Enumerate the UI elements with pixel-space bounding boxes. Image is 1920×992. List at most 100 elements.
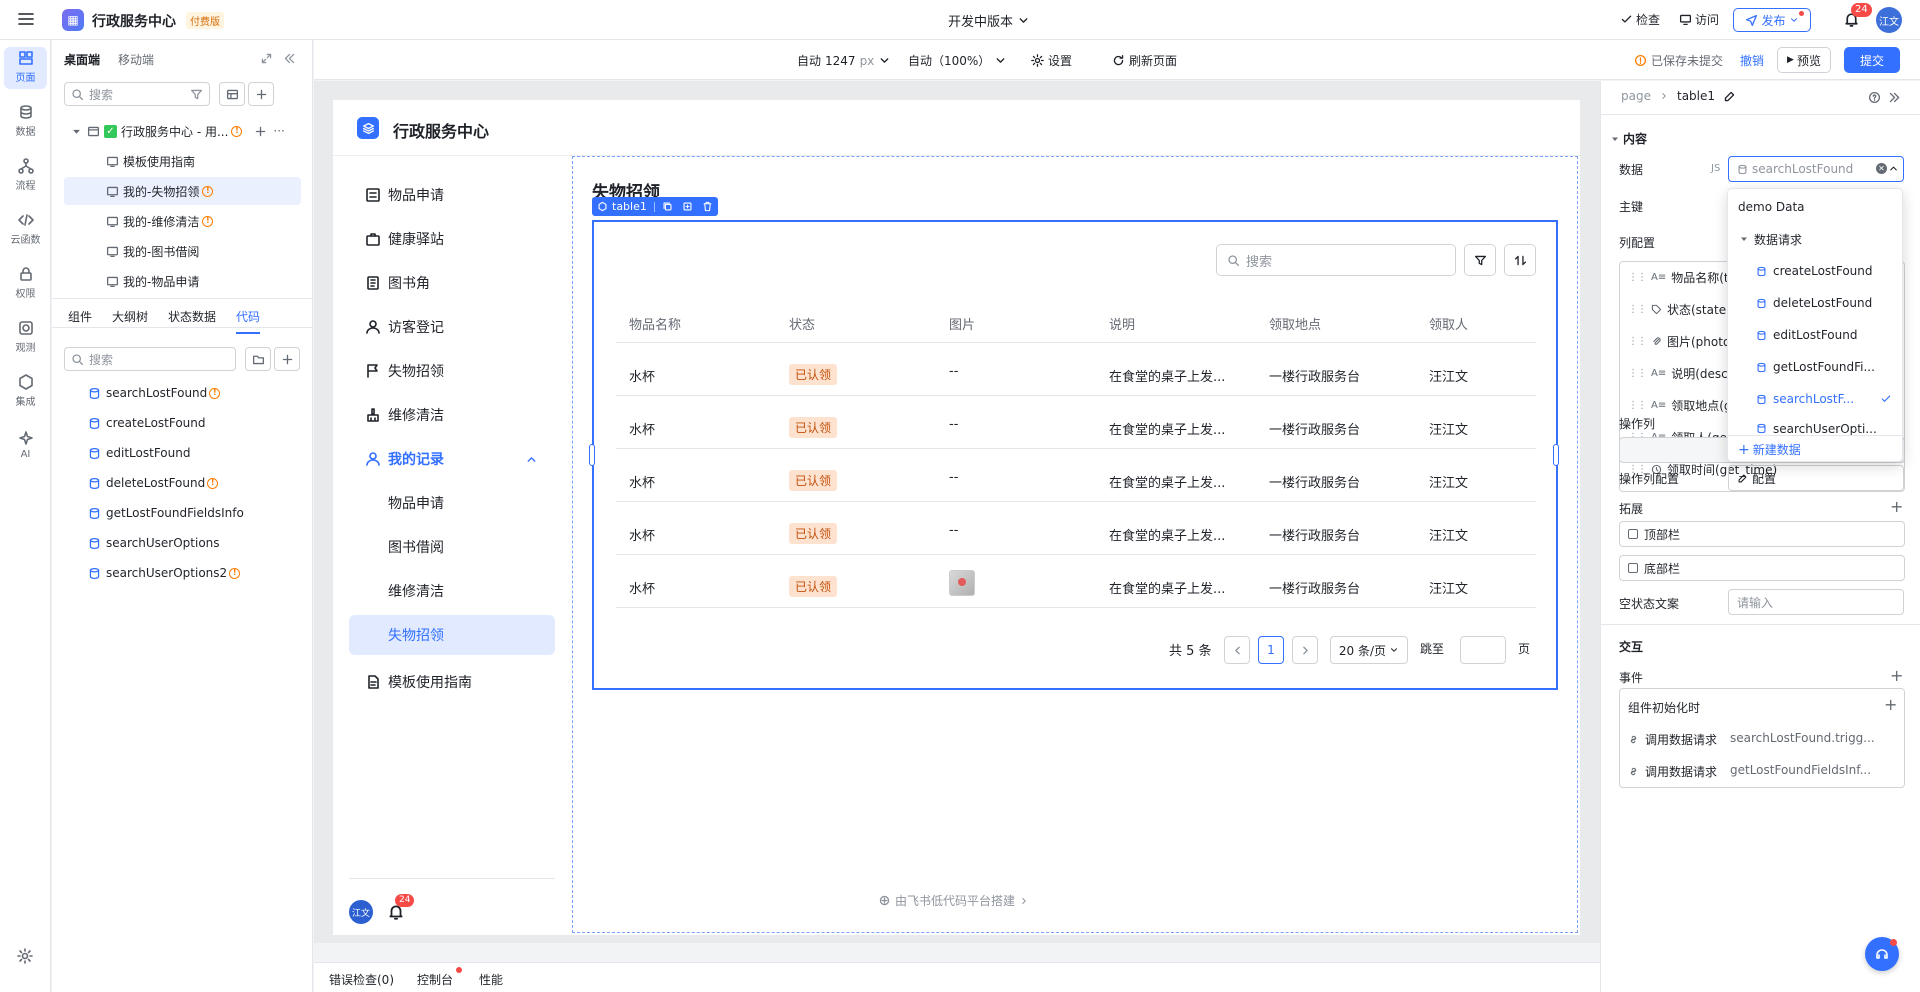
dropdown-item-demo[interactable]: demo Data bbox=[1728, 191, 1902, 223]
pager-jump-input[interactable] bbox=[1460, 636, 1506, 664]
new-folder-button[interactable] bbox=[245, 347, 271, 371]
drag-handle-icon[interactable]: ⋮⋮ bbox=[1628, 336, 1647, 347]
preview-button[interactable]: ▶ 预览 bbox=[1777, 47, 1831, 73]
nav-item-health[interactable]: 健康驿站 bbox=[349, 219, 555, 259]
tab-mobile[interactable]: 移动端 bbox=[118, 51, 154, 68]
column-header[interactable]: 状态 bbox=[789, 314, 815, 333]
column-header[interactable]: 领取地点 bbox=[1269, 314, 1321, 333]
top-bar-option[interactable]: 顶部栏 bbox=[1619, 521, 1905, 547]
table-component[interactable]: 搜索 物品名称 状态 图片 说明 领取地点 领取人 水杯 已认领 -- 在食堂的… bbox=[589, 220, 1559, 690]
empty-text-input[interactable]: 请输入 bbox=[1728, 589, 1904, 615]
nav-item-supplies[interactable]: 物品申请 bbox=[349, 175, 555, 215]
zoom-selector[interactable]: 自动（100%） bbox=[908, 52, 1007, 69]
performance-tab[interactable]: 性能 bbox=[479, 971, 503, 988]
refresh-button[interactable]: 刷新页面 bbox=[1112, 52, 1177, 69]
table-filter-button[interactable] bbox=[1464, 244, 1496, 276]
drag-handle-icon[interactable]: ⋮⋮ bbox=[1628, 272, 1647, 283]
page-layout-button[interactable] bbox=[219, 82, 245, 106]
photo-thumbnail[interactable] bbox=[949, 570, 975, 596]
tab-desktop[interactable]: 桌面端 bbox=[64, 51, 100, 68]
resize-handle-right[interactable] bbox=[1553, 444, 1559, 466]
add-page-button[interactable] bbox=[248, 82, 274, 106]
code-item[interactable]: createLostFound bbox=[88, 408, 206, 438]
version-selector[interactable]: 开发中版本 bbox=[948, 11, 1030, 30]
rail-item-integration[interactable]: 集成 bbox=[0, 368, 51, 414]
rail-item-data[interactable]: 数据 bbox=[0, 98, 51, 144]
plus-icon[interactable]: + bbox=[1890, 668, 1903, 684]
pager-size-select[interactable]: 20 条/页 bbox=[1330, 636, 1408, 664]
width-selector[interactable]: 自动 1247 px bbox=[797, 52, 891, 69]
code-item[interactable]: deleteLostFound ! bbox=[88, 468, 219, 498]
column-config-item[interactable]: ⋮⋮ 状态(state) bbox=[1628, 296, 1731, 322]
dropdown-item-selected[interactable]: searchLostF... bbox=[1728, 383, 1902, 415]
event-action[interactable]: 调用数据请求 bbox=[1628, 731, 1717, 748]
visit-button[interactable]: 访问 bbox=[1679, 11, 1719, 28]
tab-outline[interactable]: 大纲树 bbox=[112, 308, 148, 325]
nav-sub-supplies[interactable]: 物品申请 bbox=[349, 483, 555, 523]
js-toggle[interactable]: JS bbox=[1711, 163, 1720, 174]
code-item[interactable]: editLostFound bbox=[88, 438, 190, 468]
undo-link[interactable]: 撤销 bbox=[1740, 52, 1764, 69]
plus-icon[interactable] bbox=[254, 125, 267, 138]
code-item[interactable]: getLostFoundFieldsInfo bbox=[88, 498, 244, 528]
dropdown-item[interactable]: createLostFound bbox=[1728, 255, 1902, 287]
tree-item-guide[interactable]: 模板使用指南 bbox=[64, 147, 301, 175]
code-item[interactable]: searchLostFound ! bbox=[88, 378, 221, 408]
breadcrumb-root[interactable]: page bbox=[1621, 89, 1651, 103]
nav-item-library[interactable]: 图书角 bbox=[349, 263, 555, 303]
table-sort-button[interactable] bbox=[1504, 244, 1536, 276]
nav-item-lostfound[interactable]: 失物招领 bbox=[349, 351, 555, 391]
error-check-tab[interactable]: 错误检查(0) bbox=[329, 971, 394, 988]
avatar[interactable]: 江文 bbox=[1876, 7, 1902, 33]
console-tab[interactable]: 控制台 bbox=[417, 971, 453, 988]
edit-icon[interactable] bbox=[1723, 90, 1736, 103]
pager-prev-button[interactable] bbox=[1224, 636, 1250, 664]
column-config-item[interactable]: ⋮⋮ A≡ 物品名称(thi bbox=[1628, 264, 1740, 290]
dropdown-item[interactable]: deleteLostFound bbox=[1728, 287, 1902, 319]
column-config-item[interactable]: ⋮⋮ 图片(photo) bbox=[1628, 328, 1735, 354]
page-search-input[interactable]: 搜索 bbox=[64, 82, 210, 106]
copy-icon[interactable] bbox=[662, 201, 673, 212]
filter-icon[interactable] bbox=[190, 88, 203, 101]
drag-handle-icon[interactable]: ⋮⋮ bbox=[1628, 368, 1647, 379]
powered-by-link[interactable]: 由飞书低代码平台搭建 bbox=[878, 892, 1029, 909]
check-button[interactable]: 检查 bbox=[1620, 11, 1660, 28]
add-code-button[interactable] bbox=[274, 347, 300, 371]
table-search-input[interactable]: 搜索 bbox=[1216, 244, 1456, 276]
more-icon[interactable]: ··· bbox=[273, 124, 284, 138]
tree-item-lostfound[interactable]: 我的-失物招领 ! bbox=[64, 177, 301, 205]
nav-group-my-records[interactable]: 我的记录 bbox=[349, 439, 555, 479]
data-source-select[interactable]: searchLostFound ✕ bbox=[1728, 156, 1904, 182]
avatar[interactable]: 江文 bbox=[349, 900, 373, 924]
nav-item-repair[interactable]: 维修清洁 bbox=[349, 395, 555, 435]
settings-button[interactable]: 设置 bbox=[1031, 52, 1072, 69]
gear-icon[interactable] bbox=[17, 948, 33, 964]
action-config-button[interactable]: 配置 bbox=[1728, 465, 1904, 491]
selected-component-tag[interactable]: table1 bbox=[592, 197, 718, 216]
nav-item-guide[interactable]: 模板使用指南 bbox=[349, 662, 555, 702]
submit-button[interactable]: 提交 bbox=[1844, 47, 1900, 73]
plus-icon[interactable]: + bbox=[1890, 499, 1903, 515]
rail-item-ai[interactable]: AI bbox=[0, 422, 51, 468]
dropdown-item[interactable]: getLostFoundFi... bbox=[1728, 351, 1902, 383]
nav-item-visitor[interactable]: 访客登记 bbox=[349, 307, 555, 347]
column-header[interactable]: 领取人 bbox=[1429, 314, 1468, 333]
pager-next-button[interactable] bbox=[1292, 636, 1318, 664]
nav-sub-books[interactable]: 图书借阅 bbox=[349, 527, 555, 567]
column-header[interactable]: 物品名称 bbox=[629, 314, 681, 333]
menu-icon[interactable] bbox=[17, 10, 35, 28]
rail-item-functions[interactable]: 云函数 bbox=[0, 206, 51, 252]
tab-components[interactable]: 组件 bbox=[68, 308, 92, 325]
tree-item-repair[interactable]: 我的-维修清洁 ! bbox=[64, 207, 301, 235]
event-action[interactable]: 调用数据请求 bbox=[1628, 763, 1717, 780]
nav-sub-lostfound[interactable]: 失物招领 bbox=[349, 615, 555, 655]
section-content[interactable]: 内容 bbox=[1611, 130, 1647, 147]
resize-handle-left[interactable] bbox=[589, 444, 595, 466]
column-header[interactable]: 图片 bbox=[949, 314, 975, 333]
rail-item-pages[interactable]: 页面 bbox=[0, 44, 51, 90]
tab-code[interactable]: 代码 bbox=[236, 308, 261, 334]
checkbox-icon[interactable] bbox=[1628, 529, 1638, 539]
expand-icon[interactable] bbox=[260, 52, 273, 65]
dropdown-item[interactable]: editLostFound bbox=[1728, 319, 1902, 351]
pager-page-button[interactable]: 1 bbox=[1258, 636, 1284, 664]
